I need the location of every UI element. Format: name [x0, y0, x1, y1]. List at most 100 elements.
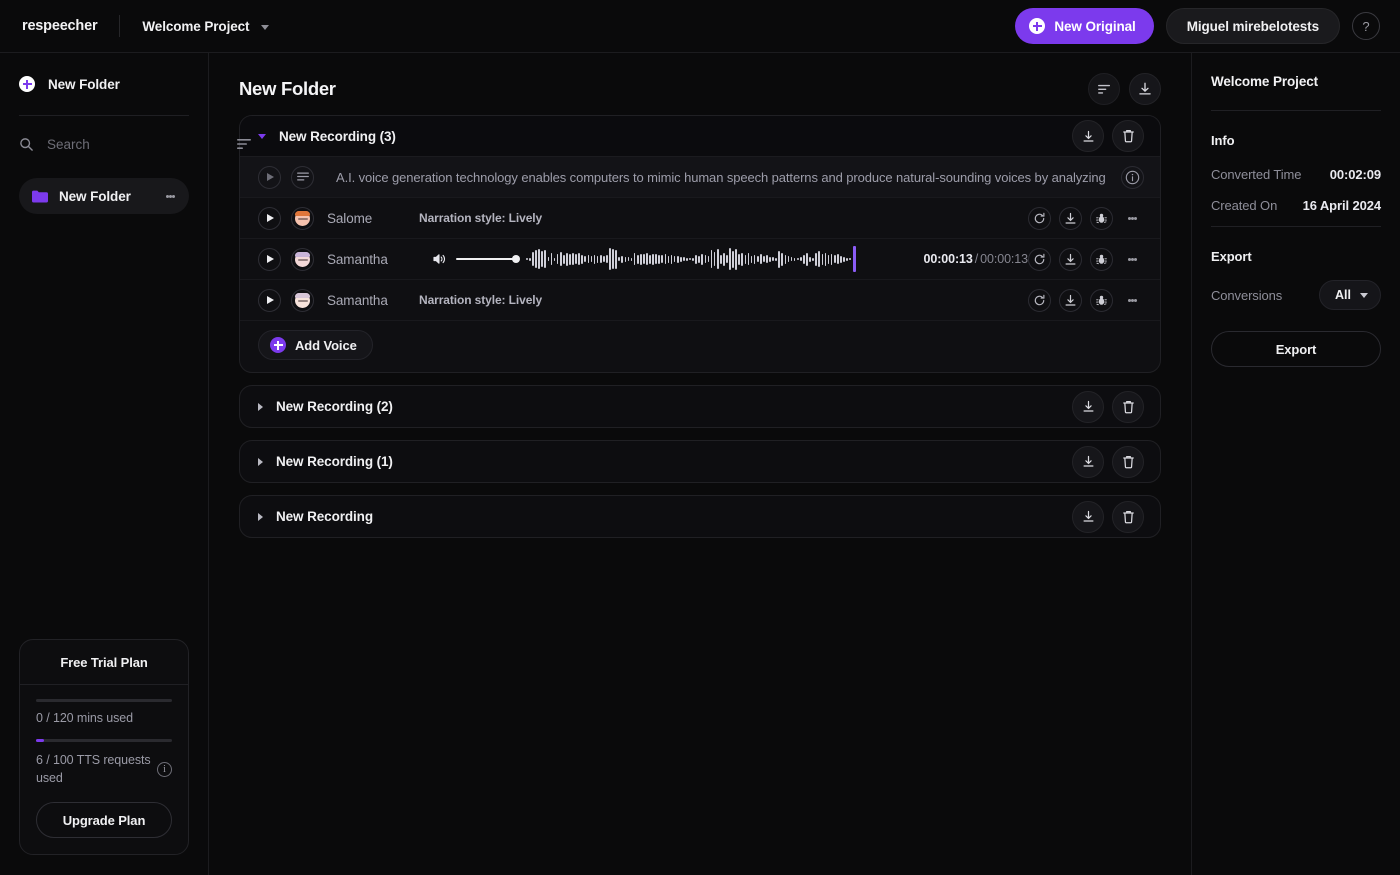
- audio-waveform[interactable]: [526, 245, 908, 273]
- right-panel-project-title: Welcome Project: [1211, 53, 1381, 110]
- recording-group-actions: [1072, 501, 1144, 533]
- new-folder-label: New Folder: [48, 77, 120, 92]
- page-title: New Folder: [239, 78, 336, 100]
- plan-body: 0 / 120 mins used 6 / 100 TTS requests u…: [20, 685, 188, 855]
- main-content: New Folder N: [209, 53, 1191, 875]
- download-voice-button[interactable]: [1059, 248, 1082, 271]
- play-voice-button[interactable]: [258, 248, 281, 271]
- sort-button[interactable]: [1088, 73, 1120, 105]
- recording-group-header[interactable]: New Recording (1): [240, 441, 1160, 482]
- plan-card: Free Trial Plan 0 / 120 mins used 6 / 10…: [19, 639, 189, 856]
- download-group-button[interactable]: [1072, 501, 1104, 533]
- waveform-playhead[interactable]: [853, 246, 855, 272]
- row-options-kebab-icon[interactable]: [1128, 215, 1137, 221]
- avatar-eyes: [298, 218, 308, 220]
- download-voice-button[interactable]: [1059, 207, 1082, 230]
- report-bug-button[interactable]: [1090, 289, 1113, 312]
- chevron-right-icon[interactable]: [258, 403, 263, 411]
- voice-options-button[interactable]: [1121, 207, 1144, 230]
- volume-slider[interactable]: [456, 258, 516, 260]
- tts-usage-label: 6 / 100 TTS requests used: [36, 751, 151, 789]
- avatar-hair: [295, 252, 310, 257]
- delete-group-button[interactable]: [1112, 120, 1144, 152]
- voice-row-actions: [1028, 248, 1144, 271]
- avatar-hair: [295, 293, 310, 298]
- download-voice-button[interactable]: [1059, 289, 1082, 312]
- volume-slider-knob[interactable]: [512, 255, 520, 263]
- export-button[interactable]: Export: [1211, 331, 1381, 367]
- row-options-kebab-icon[interactable]: [1128, 297, 1137, 303]
- help-glyph: ?: [1362, 19, 1369, 34]
- play-source-button[interactable]: [258, 166, 281, 189]
- info-value: 00:02:09: [1330, 167, 1381, 182]
- source-text: A.I. voice generation technology enables…: [336, 170, 1109, 185]
- reconvert-button[interactable]: [1028, 248, 1051, 271]
- download-group-button[interactable]: [1072, 391, 1104, 423]
- chevron-right-icon[interactable]: [258, 513, 263, 521]
- info-row-converted-time: Converted Time 00:02:09: [1211, 162, 1381, 193]
- avatar-eyes: [298, 259, 308, 261]
- brand-logo[interactable]: respeecher: [22, 18, 97, 34]
- user-account-button[interactable]: Miguel mirebelotests: [1166, 8, 1340, 44]
- row-options-kebab-icon[interactable]: [1128, 256, 1137, 262]
- voice-name: Samantha: [327, 252, 419, 267]
- download-all-button[interactable]: [1129, 73, 1161, 105]
- recording-group-title: New Recording: [276, 509, 373, 524]
- new-original-button[interactable]: New Original: [1015, 8, 1153, 44]
- tts-progress-track: [36, 739, 172, 742]
- recording-group-actions: [1072, 120, 1144, 152]
- chevron-down-icon[interactable]: [261, 25, 269, 30]
- info-icon[interactable]: i: [157, 762, 172, 777]
- sort-filter-icon[interactable]: [237, 138, 251, 150]
- add-voice-button[interactable]: Add Voice: [258, 330, 373, 360]
- delete-group-button[interactable]: [1112, 501, 1144, 533]
- reconvert-button[interactable]: [1028, 207, 1051, 230]
- info-key: Created On: [1211, 198, 1277, 213]
- avatar: [291, 207, 314, 230]
- tts-usage-row: 6 / 100 TTS requests used i: [36, 751, 172, 789]
- folder-options-kebab-icon[interactable]: [160, 193, 181, 199]
- report-bug-button[interactable]: [1090, 248, 1113, 271]
- voice-name: Samantha: [327, 293, 419, 308]
- delete-group-button[interactable]: [1112, 446, 1144, 478]
- reconvert-button[interactable]: [1028, 289, 1051, 312]
- conversions-row: Conversions All: [1211, 278, 1381, 310]
- recording-group-header[interactable]: New Recording: [240, 496, 1160, 537]
- voice-row: Samantha00:00:13/00:00:13: [240, 239, 1160, 280]
- plan-title: Free Trial Plan: [20, 640, 188, 685]
- play-voice-button[interactable]: [258, 289, 281, 312]
- transcript-icon[interactable]: [291, 166, 314, 189]
- left-sidebar: New Folder: [0, 53, 209, 875]
- search-row: [19, 116, 189, 172]
- search-icon: [19, 137, 34, 152]
- conversions-select[interactable]: All: [1319, 280, 1381, 310]
- chevron-right-icon[interactable]: [258, 458, 263, 466]
- info-section-title: Info: [1211, 111, 1381, 162]
- source-info-button[interactable]: [1121, 166, 1144, 189]
- recording-group: New Recording: [239, 495, 1161, 538]
- sidebar-folder-item[interactable]: New Folder: [19, 178, 189, 214]
- folder-icon: [32, 190, 48, 203]
- help-icon[interactable]: ?: [1352, 12, 1380, 40]
- project-name[interactable]: Welcome Project: [142, 19, 249, 34]
- search-input[interactable]: [47, 137, 224, 152]
- new-folder-button[interactable]: New Folder: [19, 53, 189, 115]
- add-voice-label: Add Voice: [295, 338, 357, 353]
- upgrade-plan-button[interactable]: Upgrade Plan: [36, 802, 172, 838]
- plus-icon: [270, 337, 286, 353]
- voice-options-button[interactable]: [1121, 289, 1144, 312]
- recording-group-header[interactable]: New Recording (3): [240, 116, 1160, 157]
- voice-options-button[interactable]: [1121, 248, 1144, 271]
- avatar-hair: [295, 211, 310, 216]
- chevron-down-icon[interactable]: [258, 134, 266, 139]
- play-voice-button[interactable]: [258, 207, 281, 230]
- recording-group-header[interactable]: New Recording (2): [240, 386, 1160, 427]
- delete-group-button[interactable]: [1112, 391, 1144, 423]
- volume-icon[interactable]: [433, 253, 447, 265]
- download-group-button[interactable]: [1072, 446, 1104, 478]
- recording-group-actions: [1072, 391, 1144, 423]
- report-bug-button[interactable]: [1090, 207, 1113, 230]
- playback-current-time: 00:00:13: [924, 252, 973, 266]
- download-group-button[interactable]: [1072, 120, 1104, 152]
- volume-control[interactable]: [433, 253, 516, 265]
